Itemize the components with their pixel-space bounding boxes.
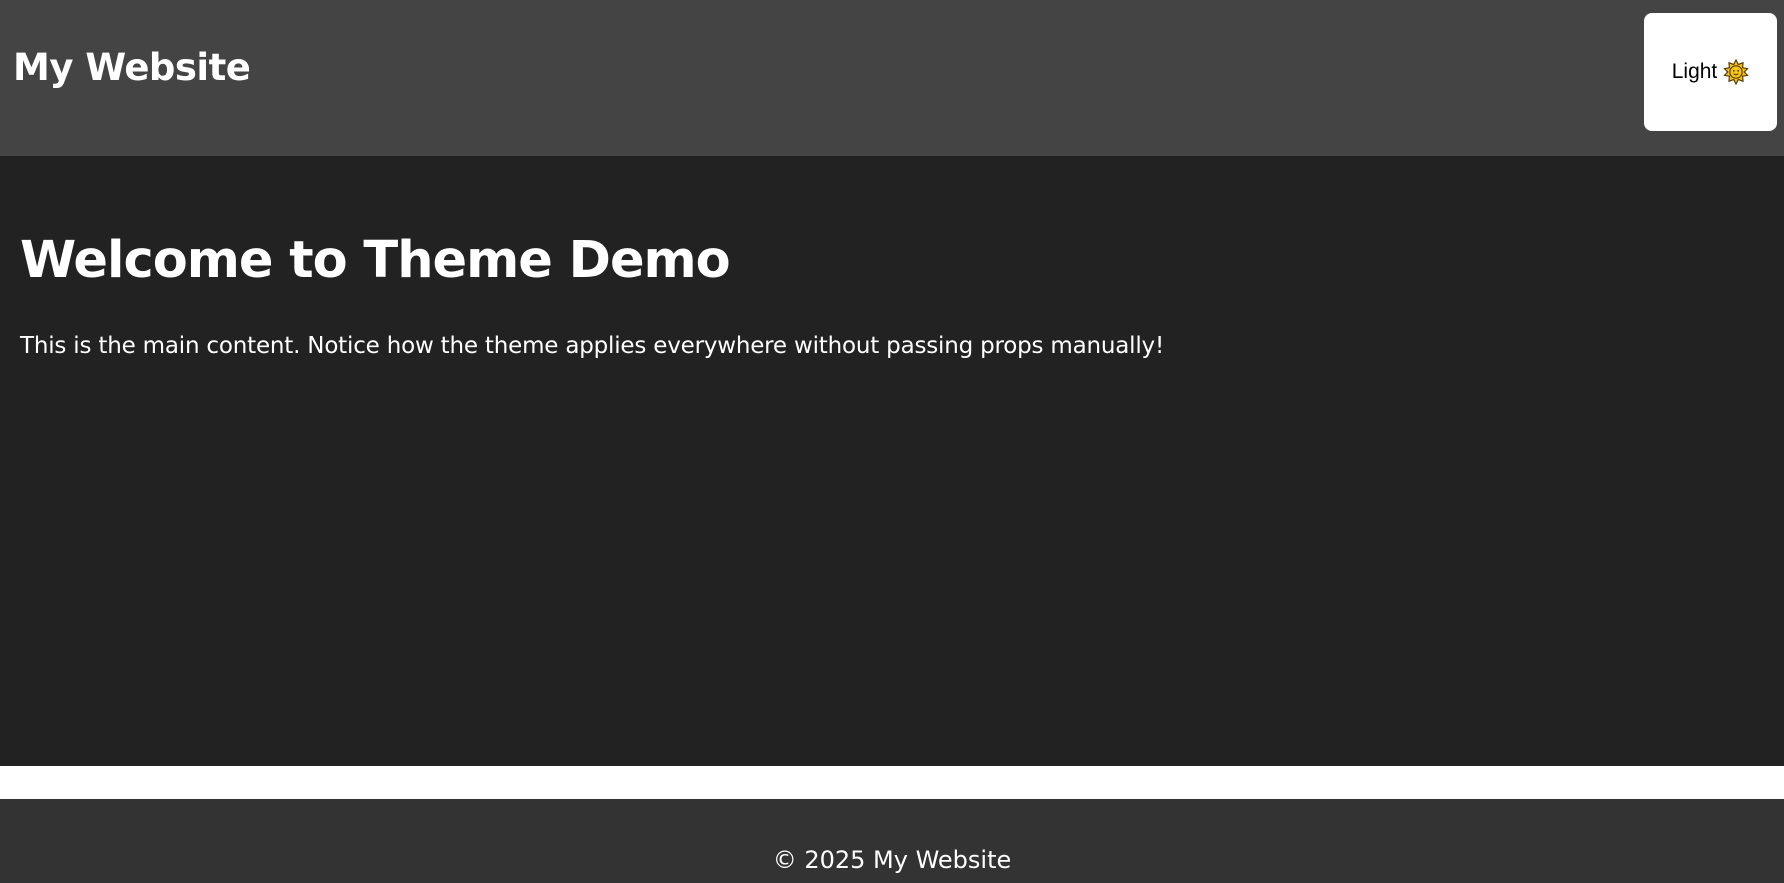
sun-icon <box>1723 58 1749 86</box>
page: My Website Light Welcome to Theme Demo T… <box>0 0 1784 883</box>
main-paragraph: This is the main content. Notice how the… <box>20 333 1164 359</box>
page-gap <box>0 766 1784 799</box>
footer-copyright: © 2025 My Website <box>772 846 1012 874</box>
site-footer: © 2025 My Website <box>0 799 1784 883</box>
site-header: My Website Light <box>0 0 1784 156</box>
main-content: Welcome to Theme Demo This is the main c… <box>0 156 1784 766</box>
site-title: My Website <box>13 46 251 89</box>
theme-toggle-label: Light <box>1671 60 1718 83</box>
main-heading: Welcome to Theme Demo <box>20 231 731 290</box>
theme-toggle-button[interactable]: Light <box>1644 13 1777 131</box>
